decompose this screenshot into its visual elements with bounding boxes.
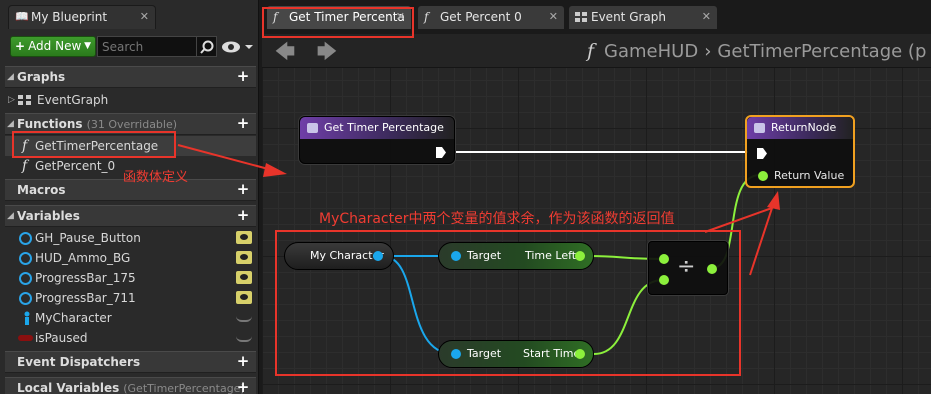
annotation-arrows: [177, 144, 780, 276]
annotation-arrow: [704, 207, 773, 233]
annotation-arrowhead: [767, 191, 780, 210]
annotation-arrow: [177, 144, 273, 171]
annotation-arrow: [749, 201, 775, 276]
blueprint-editor: 📖 My Blueprint ✕ +Add New ▼ ◢ Graphs + ▷: [0, 0, 931, 394]
annotation-arrowhead: [263, 163, 287, 177]
